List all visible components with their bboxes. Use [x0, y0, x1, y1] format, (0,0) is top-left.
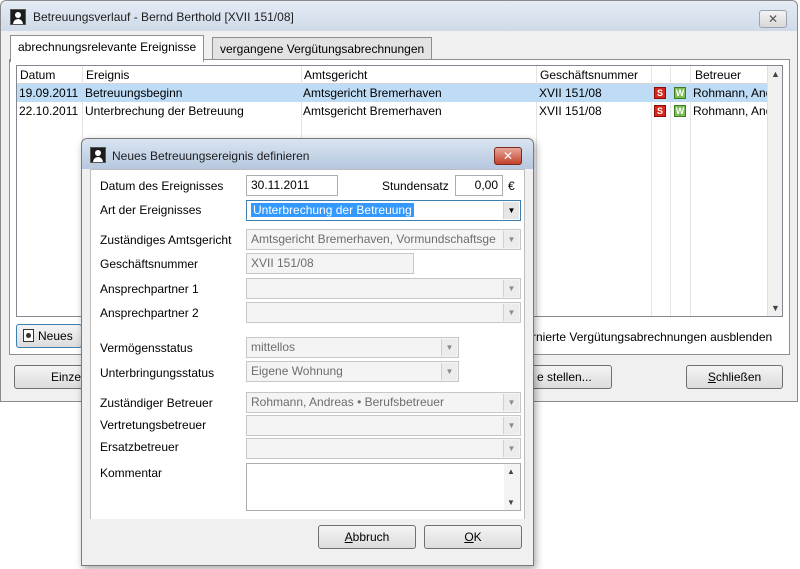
combo-arrow-icon[interactable]: ▼: [503, 440, 519, 457]
hide-storno-label[interactable]: rnierte Vergütungsabrechnungen ausblende…: [532, 330, 772, 344]
kommentar-textarea[interactable]: ▲ ▼: [246, 463, 521, 511]
close-icon[interactable]: ✕: [759, 10, 787, 28]
amtsgericht-value: Amtsgericht Bremerhaven, Vormundschaftsg…: [251, 232, 496, 246]
dialog-title: Neues Betreuungsereignis definieren: [112, 149, 310, 163]
table-header: Datum Ereignis Amtsgericht Geschäftsnumm…: [17, 66, 782, 84]
cancel-mnemonic: A: [344, 530, 353, 544]
amtsgericht-select[interactable]: Amtsgericht Bremerhaven, Vormundschaftsg…: [246, 229, 521, 250]
art-select[interactable]: Unterbrechung der Betreuung ▼: [246, 200, 521, 221]
cell-datum: 19.09.2011: [19, 86, 79, 100]
art-selected-value: Unterbrechung der Betreuung: [251, 203, 414, 217]
scroll-up-icon[interactable]: ▲: [771, 69, 780, 79]
combo-arrow-icon[interactable]: ▼: [503, 231, 519, 248]
currency-label: €: [508, 179, 515, 193]
new-event-label: Neues: [38, 329, 73, 343]
ok-button[interactable]: OK: [424, 525, 522, 549]
label-zustaendiger-betreuer: Zuständiger Betreuer: [100, 396, 213, 410]
column-amtsgericht[interactable]: Amtsgericht: [304, 68, 367, 82]
detail-button[interactable]: Einze: [14, 365, 84, 389]
combo-arrow-icon[interactable]: ▼: [503, 280, 519, 297]
close-window-button[interactable]: Schließen: [686, 365, 783, 389]
betreuer-value: Rohmann, Andreas • Berufsbetreuer: [251, 395, 444, 409]
cell-amtsgericht: Amtsgericht Bremerhaven: [303, 104, 442, 118]
status-badge-s: S: [654, 105, 666, 117]
cell-ereignis: Betreuungsbeginn: [85, 86, 183, 100]
label-ersatzbetreuer: Ersatzbetreuer: [100, 440, 179, 454]
label-ansprechpartner-1: Ansprechpartner 1: [100, 282, 199, 296]
close-button-label: chließen: [715, 370, 762, 384]
close-button-mnemonic: S: [707, 370, 716, 384]
label-datum: Datum des Ereignisses: [100, 179, 224, 193]
vermoegensstatus-select[interactable]: mittellos ▼: [246, 337, 459, 358]
combo-arrow-icon[interactable]: ▼: [441, 339, 457, 356]
label-stundensatz: Stundensatz: [382, 179, 449, 193]
combo-arrow-icon[interactable]: ▼: [503, 394, 519, 411]
cell-geschaeftsnummer: XVII 151/08: [539, 86, 602, 100]
cell-geschaeftsnummer: XVII 151/08: [539, 104, 602, 118]
combo-arrow-icon[interactable]: ▼: [503, 304, 519, 321]
label-geschaeftsnummer: Geschäftsnummer: [100, 257, 199, 271]
status-badge-w: W: [674, 87, 686, 99]
ok-mnemonic: O: [464, 530, 474, 544]
scroll-down-icon[interactable]: ▼: [771, 303, 780, 313]
table-row[interactable]: 19.09.2011 Betreuungsbeginn Amtsgericht …: [17, 84, 769, 102]
combo-arrow-icon[interactable]: ▼: [441, 363, 457, 380]
unterbringungsstatus-value: Eigene Wohnung: [251, 364, 343, 378]
cell-amtsgericht: Amtsgericht Bremerhaven: [303, 86, 442, 100]
label-amtsgericht: Zuständiges Amtsgericht: [100, 233, 232, 247]
cell-betreuer: Rohmann, Andr: [693, 104, 767, 118]
cell-betreuer: Rohmann, Andr: [693, 86, 767, 100]
column-geschaeftsnummer[interactable]: Geschäftsnummer: [540, 68, 638, 82]
ansprechpartner-1-select[interactable]: ▼: [246, 278, 521, 299]
dialog-body: Datum des Ereignisses 30.11.2011 Stunden…: [90, 169, 525, 556]
label-kommentar: Kommentar: [100, 466, 163, 480]
user-icon: [90, 147, 106, 163]
new-document-icon: [23, 329, 34, 342]
cancel-label: bbruch: [352, 530, 390, 544]
table-scrollbar[interactable]: ▲ ▼: [767, 66, 782, 316]
user-icon: [10, 9, 26, 25]
combo-arrow-icon[interactable]: ▼: [503, 417, 519, 434]
new-event-button[interactable]: Neues: [16, 324, 82, 348]
stundensatz-field[interactable]: 0,00: [455, 175, 503, 196]
vermoegensstatus-value: mittellos: [251, 340, 296, 354]
dialog-footer: Abbruch OK: [90, 519, 525, 557]
geschaeftsnummer-field[interactable]: XVII 151/08: [246, 253, 414, 274]
column-betreuer[interactable]: Betreuer: [695, 68, 741, 82]
tab-vergangene-verguetungsabrechnungen[interactable]: vergangene Vergütungsabrechnungen: [212, 37, 433, 61]
vertretungsbetreuer-select[interactable]: ▼: [246, 415, 521, 436]
cell-datum: 22.10.2011: [19, 104, 79, 118]
close-icon[interactable]: ✕: [494, 147, 522, 165]
column-ereignis[interactable]: Ereignis: [86, 68, 129, 82]
scroll-down-icon[interactable]: ▼: [507, 498, 515, 507]
tab-abrechnungsrelevante-ereignisse[interactable]: abrechnungsrelevante Ereignisse: [10, 35, 205, 62]
cancel-button[interactable]: Abbruch: [318, 525, 416, 549]
label-art: Art der Ereignisses: [100, 203, 202, 217]
label-unterbringungsstatus: Unterbringungsstatus: [100, 366, 215, 380]
window-title: Betreuungsverlauf - Bernd Berthold [XVII…: [33, 10, 294, 24]
status-badge-w: W: [674, 105, 686, 117]
unterbringungsstatus-select[interactable]: Eigene Wohnung ▼: [246, 361, 459, 382]
dialog-titlebar[interactable]: Neues Betreuungsereignis definieren ✕: [82, 139, 533, 169]
ok-label: K: [473, 530, 482, 544]
column-datum[interactable]: Datum: [20, 68, 55, 82]
table-row[interactable]: 22.10.2011 Unterbrechung der Betreuung A…: [17, 102, 769, 120]
scroll-up-icon[interactable]: ▲: [507, 467, 515, 476]
datum-field[interactable]: 30.11.2011: [246, 175, 338, 196]
label-vertretungsbetreuer: Vertretungsbetreuer: [100, 418, 207, 432]
combo-arrow-icon[interactable]: ▼: [503, 202, 519, 219]
label-vermoegensstatus: Vermögensstatus: [100, 341, 193, 355]
ersatzbetreuer-select[interactable]: ▼: [246, 438, 521, 459]
status-badge-s: S: [654, 87, 666, 99]
main-titlebar[interactable]: Betreuungsverlauf - Bernd Berthold [XVII…: [1, 1, 797, 31]
cell-ereignis: Unterbrechung der Betreuung: [85, 104, 244, 118]
betreuer-select[interactable]: Rohmann, Andreas • Berufsbetreuer ▼: [246, 392, 521, 413]
label-ansprechpartner-2: Ansprechpartner 2: [100, 306, 199, 320]
kommentar-scrollbar[interactable]: ▲ ▼: [504, 464, 520, 510]
new-event-dialog: Neues Betreuungsereignis definieren ✕ Da…: [81, 138, 534, 566]
ansprechpartner-2-select[interactable]: ▼: [246, 302, 521, 323]
